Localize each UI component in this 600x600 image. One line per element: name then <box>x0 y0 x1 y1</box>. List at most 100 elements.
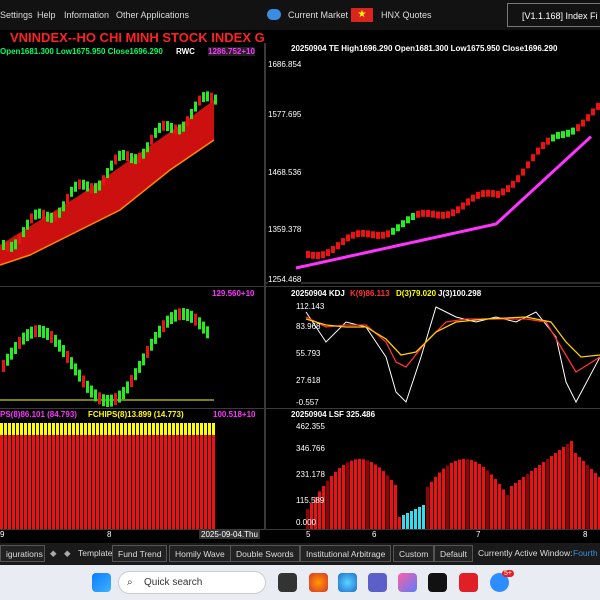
fchips-red-bar <box>172 435 175 529</box>
current-market-button[interactable]: Current Market <box>288 10 348 20</box>
right-candle <box>391 227 395 235</box>
right-candle <box>546 137 550 145</box>
windows-start-icon[interactable] <box>92 573 111 592</box>
fchips-red-bar <box>144 435 147 529</box>
edge-icon[interactable] <box>338 573 357 592</box>
chrome-icon[interactable] <box>309 573 328 592</box>
right-candle <box>421 209 425 217</box>
osc-candle <box>110 394 113 407</box>
price-candle <box>58 207 61 218</box>
osc-candle <box>202 321 205 334</box>
price-candle <box>54 211 57 222</box>
fchips-yellow-bar <box>112 423 115 435</box>
right-candle <box>386 230 390 238</box>
menu-information[interactable]: Information <box>64 10 109 20</box>
terminal-icon[interactable] <box>428 573 447 592</box>
lsf-bar <box>438 472 441 529</box>
right-candle <box>506 185 510 193</box>
fchips-red-bar <box>0 435 3 529</box>
lsf-ytick: 231.178 <box>296 470 325 479</box>
menu-other-applications[interactable]: Other Applications <box>116 10 189 20</box>
fund-trend-button[interactable]: Fund Trend <box>112 545 168 562</box>
double-swords-button[interactable]: Double Swords <box>230 545 300 562</box>
fchips-red-bar <box>32 435 35 529</box>
fchips-red-bar <box>60 435 63 529</box>
lsf-bar <box>554 453 557 529</box>
right-price-pane[interactable]: 20250904 TE High1696.290 Open1681.300 Lo… <box>266 43 600 286</box>
kdj-pane[interactable]: 20250904 KDJ K(9)86.113 D(3)79.020 J(3)1… <box>266 287 600 408</box>
fchips-yellow-bar <box>16 423 19 435</box>
osc-candle <box>198 317 201 330</box>
default-button[interactable]: Default <box>434 545 473 562</box>
main-price-pane[interactable]: VNINDEX--HO CHI MINH STOCK INDEX GP Open… <box>0 30 264 286</box>
price-candle <box>114 154 117 165</box>
prev-arrow-icon[interactable]: ◆ <box>50 545 57 562</box>
fchips-yellow-bar <box>76 423 79 435</box>
osc-candle <box>94 389 97 402</box>
menu-settings[interactable]: Settings <box>0 10 33 20</box>
fchips-pane[interactable]: PS(8)86.101 (84.793) FCHIPS(8)13.899 (14… <box>0 409 264 529</box>
lsf-bar <box>514 483 517 529</box>
fchips-yellow-bar <box>148 423 151 435</box>
kdj-ytick: 27.618 <box>296 376 321 385</box>
lsf-xtick: 7 <box>476 530 481 539</box>
next-arrow-icon[interactable]: ◆ <box>64 545 71 562</box>
windows-taskbar: ⌕ Quick search 5+ <box>0 565 600 600</box>
fchips-red-bar <box>68 435 71 529</box>
right-candle <box>336 242 340 250</box>
osc-candle <box>174 309 177 322</box>
menu-help[interactable]: Help <box>37 10 56 20</box>
lsf-bar <box>558 450 561 529</box>
lsf-bar <box>578 457 581 529</box>
custom-button[interactable]: Custom <box>393 545 435 562</box>
osc-candle <box>138 360 141 373</box>
lsf-bar <box>538 465 541 529</box>
copilot-icon[interactable] <box>398 573 417 592</box>
price-candle <box>150 134 153 145</box>
osc-candle <box>206 326 209 339</box>
lsf-bar <box>470 460 473 529</box>
mid-left-pane[interactable]: 129.560+10 <box>0 287 264 408</box>
fchips-yellow-bar <box>100 423 103 435</box>
price-candle <box>178 124 181 135</box>
price-candle <box>146 142 149 153</box>
price-candle <box>86 181 89 192</box>
osc-candle <box>118 390 121 403</box>
right-ytick: 1577.695 <box>268 110 302 119</box>
fchips-red-bar <box>76 435 79 529</box>
osc-candle <box>34 325 37 338</box>
hnx-quotes-button[interactable]: HNX Quotes <box>381 10 432 20</box>
price-candle <box>30 213 33 224</box>
lsf-pane[interactable]: 20250904 LSF 325.486 462.355 346.766 231… <box>266 409 600 529</box>
right-candle <box>551 134 555 142</box>
homily-wave-button[interactable]: Homily Wave <box>169 545 231 562</box>
osc-candle <box>194 313 197 326</box>
right-candle <box>441 211 445 219</box>
configurations-button[interactable]: igurations <box>0 545 45 562</box>
fchips-yellow-bar <box>72 423 75 435</box>
task-view-icon[interactable] <box>278 573 297 592</box>
right-candle <box>461 202 465 210</box>
lsf-bar <box>574 453 577 529</box>
price-candle <box>22 227 25 238</box>
fchips-yellow-bar <box>156 423 159 435</box>
fchips-red-bar <box>204 435 207 529</box>
osc-candle <box>22 332 25 345</box>
fchips-red-bar <box>92 435 95 529</box>
lsf-bar <box>418 507 421 529</box>
right-candle <box>316 252 320 260</box>
osc-candle <box>38 325 41 338</box>
right-candle <box>411 213 415 221</box>
active-window-value[interactable]: Fourth <box>573 545 598 562</box>
lsf-bar <box>386 475 389 529</box>
right-candle <box>361 229 365 237</box>
taskbar-search[interactable]: ⌕ Quick search <box>118 571 266 594</box>
institutional-arbitrage-button[interactable]: Institutional Arbitrage <box>300 545 392 562</box>
price-candle <box>214 94 217 105</box>
app-m-icon[interactable] <box>459 573 478 592</box>
teams-icon[interactable] <box>368 573 387 592</box>
lsf-bar <box>474 461 477 529</box>
price-candle <box>6 241 9 252</box>
fchips-yellow-bar <box>172 423 175 435</box>
date-label: 2025-09-04.Thu <box>199 530 260 539</box>
